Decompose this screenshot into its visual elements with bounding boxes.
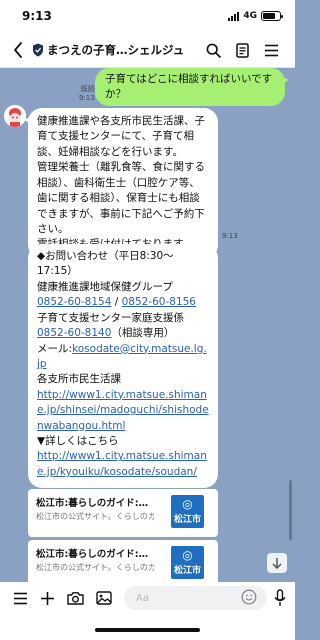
status-indicators: 4G	[228, 10, 283, 22]
shield-icon	[33, 43, 43, 57]
contact-hours: ◆お問い合わせ（平日8:30〜17:15）	[37, 250, 174, 278]
bot-contact-bubble[interactable]: ◆お問い合わせ（平日8:30〜17:15） 健康推進課地域保健グループ 0852…	[28, 244, 218, 489]
card-title: 松江市:暮らしのガイド:…	[36, 549, 149, 560]
link-preview-card[interactable]: 松江市:暮らしのガイド:… 松江市の公式サイト。くらしのガイドや事業者向け情報……	[28, 540, 218, 582]
details-label: ▼詳しくはこちら	[37, 435, 119, 448]
scrollbar[interactable]	[289, 480, 292, 540]
photo-button[interactable]	[95, 589, 113, 607]
city-logo: ◎ 松江市	[171, 546, 204, 579]
phone-note: （相談専用）	[111, 327, 175, 340]
menu-button[interactable]	[262, 41, 280, 59]
bot-avatar[interactable]	[4, 105, 26, 127]
voice-button[interactable]	[272, 588, 288, 608]
camera-icon	[66, 592, 84, 605]
message-input-bar	[0, 582, 295, 614]
card-description: 松江市の公式サイト。くらしのガイドや事業者向け情報…	[36, 563, 154, 572]
status-bar: 9:13 4G	[0, 0, 295, 32]
bot-message-line: 管理栄養士（離乳食等、食に関する相談）、歯科衛生士（口腔ケア等、歯に関する相談）…	[37, 161, 205, 235]
phone-link[interactable]: 0852-60-8154	[37, 296, 111, 308]
message-time: 9:13	[79, 93, 95, 102]
home-indicator[interactable]	[95, 628, 200, 632]
arrow-down-icon	[272, 558, 282, 569]
status-time: 9:13	[22, 9, 52, 23]
battery-icon	[261, 11, 283, 21]
user-message-bubble[interactable]: 子育てはどこに相談すればいいですか？	[95, 68, 289, 107]
read-receipt: 既読	[80, 85, 95, 93]
search-icon	[206, 43, 221, 58]
logo-text: 松江市	[173, 566, 201, 576]
scroll-to-bottom-button[interactable]	[267, 553, 287, 573]
document-icon	[235, 42, 249, 58]
hamburger-menu-icon	[264, 44, 278, 56]
card-title: 松江市:暮らしのガイド:…	[36, 498, 149, 509]
message-time: 9:13	[222, 232, 238, 240]
signal-icon	[228, 11, 240, 21]
contact-center: 子育て支援センター家庭支援係	[37, 311, 184, 324]
back-button[interactable]	[8, 38, 28, 62]
message-meta: 既読 9:13	[79, 85, 95, 103]
add-button[interactable]	[38, 589, 56, 607]
user-message-text: 子育てはどこに相談すればいいですか？	[105, 73, 273, 101]
city-emblem-icon: ◎	[182, 548, 193, 562]
hamburger-menu-icon	[13, 592, 27, 604]
notes-button[interactable]	[233, 41, 251, 59]
branch-label: 各支所市民生活課	[37, 373, 121, 386]
chevron-left-icon	[14, 42, 22, 58]
network-label: 4G	[243, 11, 257, 21]
url-link[interactable]: http://www1.city.matsue.shimane.jp/shins…	[37, 388, 209, 434]
phone-link[interactable]: 0852-60-8156	[122, 296, 196, 308]
mascot-avatar-icon	[4, 105, 26, 127]
microphone-icon	[274, 589, 286, 606]
plus-icon	[40, 591, 54, 605]
search-button[interactable]	[204, 41, 222, 59]
bot-message-line: 健康推進課や各支所市民生活課、子育て支援センターにて、子育て相談、妊婦相談などを…	[37, 115, 205, 158]
city-logo: ◎ 松江市	[171, 495, 204, 528]
page-title[interactable]: まつえの子育…シェルジュ	[47, 42, 187, 58]
logo-text: 松江市	[173, 515, 201, 525]
mail-label: メール:	[37, 342, 73, 355]
camera-button[interactable]	[66, 589, 84, 607]
home-area	[0, 614, 295, 640]
card-description: 松江市の公式サイト。くらしのガイドや事業者向け情報…	[36, 512, 154, 521]
separator: /	[111, 296, 122, 309]
chat-header: まつえの子育…シェルジュ	[0, 32, 295, 68]
bot-message-bubble[interactable]: 健康推進課や各支所市民生活課、子育て支援センターにて、子育て相談、妊婦相談などを…	[24, 108, 218, 259]
link-preview-card[interactable]: 松江市:暮らしのガイド:… 松江市の公式サイト。くらしのガイドや事業者向け情報……	[28, 489, 218, 537]
city-emblem-icon: ◎	[182, 497, 193, 511]
url-link[interactable]: http://www1.city.matsue.shimane.jp/kyoui…	[37, 449, 209, 480]
contact-group: 健康推進課地域保健グループ	[37, 280, 173, 293]
chat-area[interactable]: 子育てはどこに相談すればいいですか？ 既読 9:13 健康推進課や各支所市民生活…	[0, 68, 295, 582]
emoji-icon[interactable]	[241, 589, 257, 605]
image-icon	[96, 591, 112, 605]
phone-link[interactable]: 0852-60-8140	[37, 327, 111, 339]
menu-toggle-button[interactable]	[11, 589, 29, 607]
